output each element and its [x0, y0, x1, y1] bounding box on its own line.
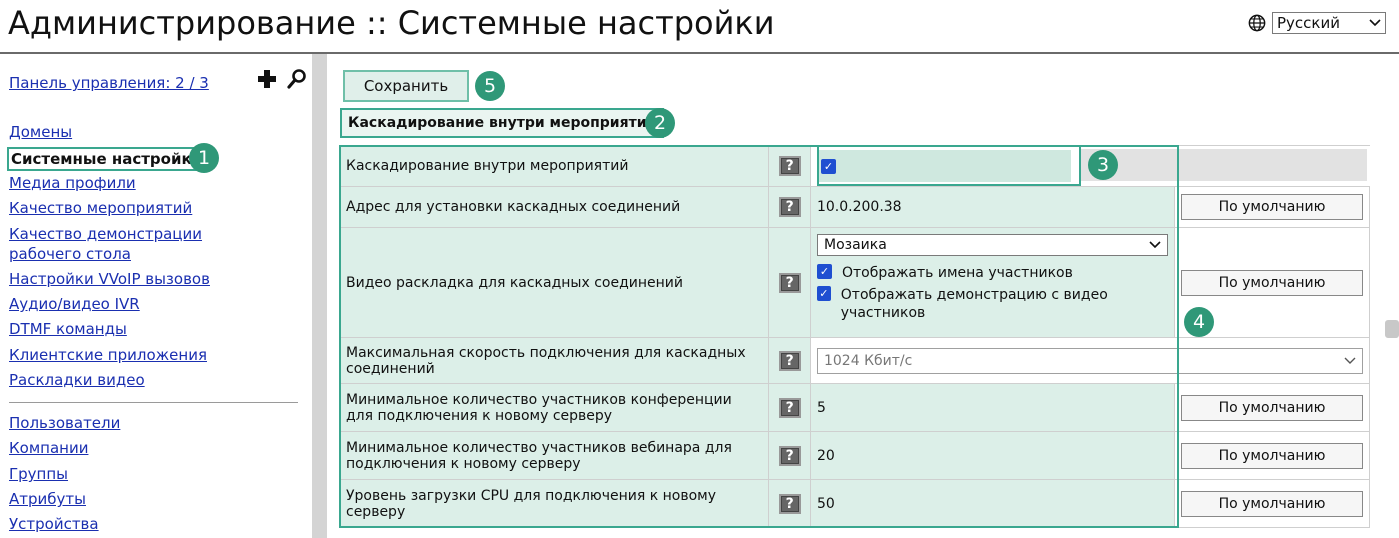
speed-select[interactable]: 1024 Кбит/с: [816, 347, 1363, 374]
sidebar-item-vvoip[interactable]: Настройки VVoIP вызовов: [9, 269, 210, 289]
sidebar-item-desktop-quality[interactable]: Качество демонстрации рабочего стола: [9, 224, 279, 264]
help-icon[interactable]: ?: [778, 350, 801, 371]
table-row: Адрес для установки каскадных соединений…: [338, 186, 1371, 228]
sidebar-item-ivr[interactable]: Аудио/видео IVR: [9, 294, 140, 314]
search-icon[interactable]: [286, 68, 308, 90]
sidebar-item-dtmf[interactable]: DTMF команды: [9, 319, 127, 339]
sidebar-item-event-quality[interactable]: Качество мероприятий: [9, 198, 192, 218]
default-button[interactable]: По умолчанию: [1180, 490, 1363, 517]
sidebar-item-system-settings[interactable]: Системные настройки: [7, 147, 207, 171]
setting-label: Каскадирование внутри мероприятий: [338, 145, 770, 187]
sidebar: Панель управления: 2 / 3 Домены Системны…: [0, 54, 312, 538]
language-select[interactable]: Русский: [1272, 12, 1386, 34]
cascading-checkbox[interactable]: ✓: [820, 158, 836, 174]
setting-label: Видео раскладка для каскадных соединений: [338, 227, 770, 338]
setting-value[interactable]: 5: [809, 383, 1175, 432]
table-row: Максимальная скорость подключения для ка…: [338, 337, 1371, 384]
sidebar-scrollbar[interactable]: [312, 54, 327, 538]
show-names-label: Отображать имена участников: [841, 265, 1073, 281]
setting-value[interactable]: 50: [809, 479, 1175, 528]
sidebar-item-groups[interactable]: Группы: [9, 464, 68, 484]
setting-label: Минимальное количество участников конфер…: [338, 383, 770, 432]
show-sharing-checkbox[interactable]: ✓: [816, 286, 831, 301]
chevron-down-icon: [1149, 241, 1161, 249]
help-icon[interactable]: ?: [778, 397, 801, 418]
default-button[interactable]: По умолчанию: [1180, 394, 1363, 421]
setting-label: Адрес для установки каскадных соединений: [338, 186, 770, 228]
sidebar-item-devices[interactable]: Устройства: [9, 514, 99, 534]
setting-label: Максимальная скорость подключения для ка…: [338, 337, 770, 384]
default-button[interactable]: По умолчанию: [1180, 442, 1363, 469]
sidebar-item-media-profiles[interactable]: Медиа профили: [9, 173, 136, 193]
callout-badge-2: 2: [645, 108, 675, 138]
table-row: Минимальное количество участников вебина…: [338, 431, 1371, 480]
sidebar-item-domains[interactable]: Домены: [9, 122, 72, 142]
sidebar-item-users[interactable]: Пользователи: [9, 413, 120, 433]
help-icon[interactable]: ?: [778, 493, 801, 514]
callout-badge-4: 4: [1184, 307, 1214, 337]
section-title: Каскадирование внутри мероприятий: [340, 108, 665, 138]
callout-badge-1: 1: [189, 143, 219, 173]
show-sharing-label: Отображать демонстрацию с видео участник…: [840, 287, 1108, 321]
sidebar-divider: [9, 402, 298, 403]
sidebar-item-companies[interactable]: Компании: [9, 438, 88, 458]
language-switcher[interactable]: Русский: [1248, 12, 1386, 34]
default-button[interactable]: По умолчанию: [1180, 194, 1363, 220]
table-row: Уровень загрузки CPU для подключения к н…: [338, 479, 1371, 528]
setting-value[interactable]: 20: [809, 431, 1175, 480]
panel-resize-handle[interactable]: [1385, 320, 1399, 338]
chevron-down-icon: [1369, 19, 1381, 27]
page-title: Администрирование :: Системные настройки: [8, 4, 775, 42]
setting-value[interactable]: 10.0.200.38: [809, 186, 1175, 228]
save-button[interactable]: Сохранить: [343, 70, 469, 102]
help-icon[interactable]: ?: [778, 272, 801, 293]
add-icon[interactable]: [256, 68, 278, 90]
layout-select-value: Мозаика: [823, 237, 887, 253]
globe-icon: [1248, 14, 1266, 32]
layout-select[interactable]: Мозаика: [816, 234, 1168, 256]
language-value: Русский: [1277, 14, 1340, 32]
help-icon[interactable]: ?: [778, 156, 801, 176]
show-names-checkbox[interactable]: ✓: [816, 264, 832, 279]
setting-label: Минимальное количество участников вебина…: [338, 431, 770, 480]
sidebar-item-client-apps[interactable]: Клиентские приложения: [9, 345, 207, 365]
table-row: Минимальное количество участников конфер…: [338, 383, 1371, 432]
callout-badge-5: 5: [475, 71, 505, 101]
help-icon[interactable]: ?: [778, 197, 801, 217]
chevron-down-icon: [1344, 357, 1356, 364]
control-panel-link[interactable]: Панель управления: 2 / 3: [9, 74, 209, 92]
default-button[interactable]: По умолчанию: [1180, 269, 1363, 296]
help-icon[interactable]: ?: [778, 445, 801, 466]
sidebar-item-video-layouts[interactable]: Раскладки видео: [9, 370, 145, 390]
sidebar-item-attributes[interactable]: Атрибуты: [9, 489, 86, 509]
setting-label: Уровень загрузки CPU для подключения к н…: [338, 479, 770, 528]
settings-table: Каскадирование внутри мероприятий ? ✓ Ад…: [338, 145, 1371, 528]
table-row: Видео раскладка для каскадных соединений…: [338, 227, 1371, 338]
speed-select-value: 1024 Кбит/с: [823, 352, 913, 369]
table-row: Каскадирование внутри мероприятий ? ✓: [338, 145, 1370, 187]
callout-badge-3: 3: [1088, 150, 1118, 180]
